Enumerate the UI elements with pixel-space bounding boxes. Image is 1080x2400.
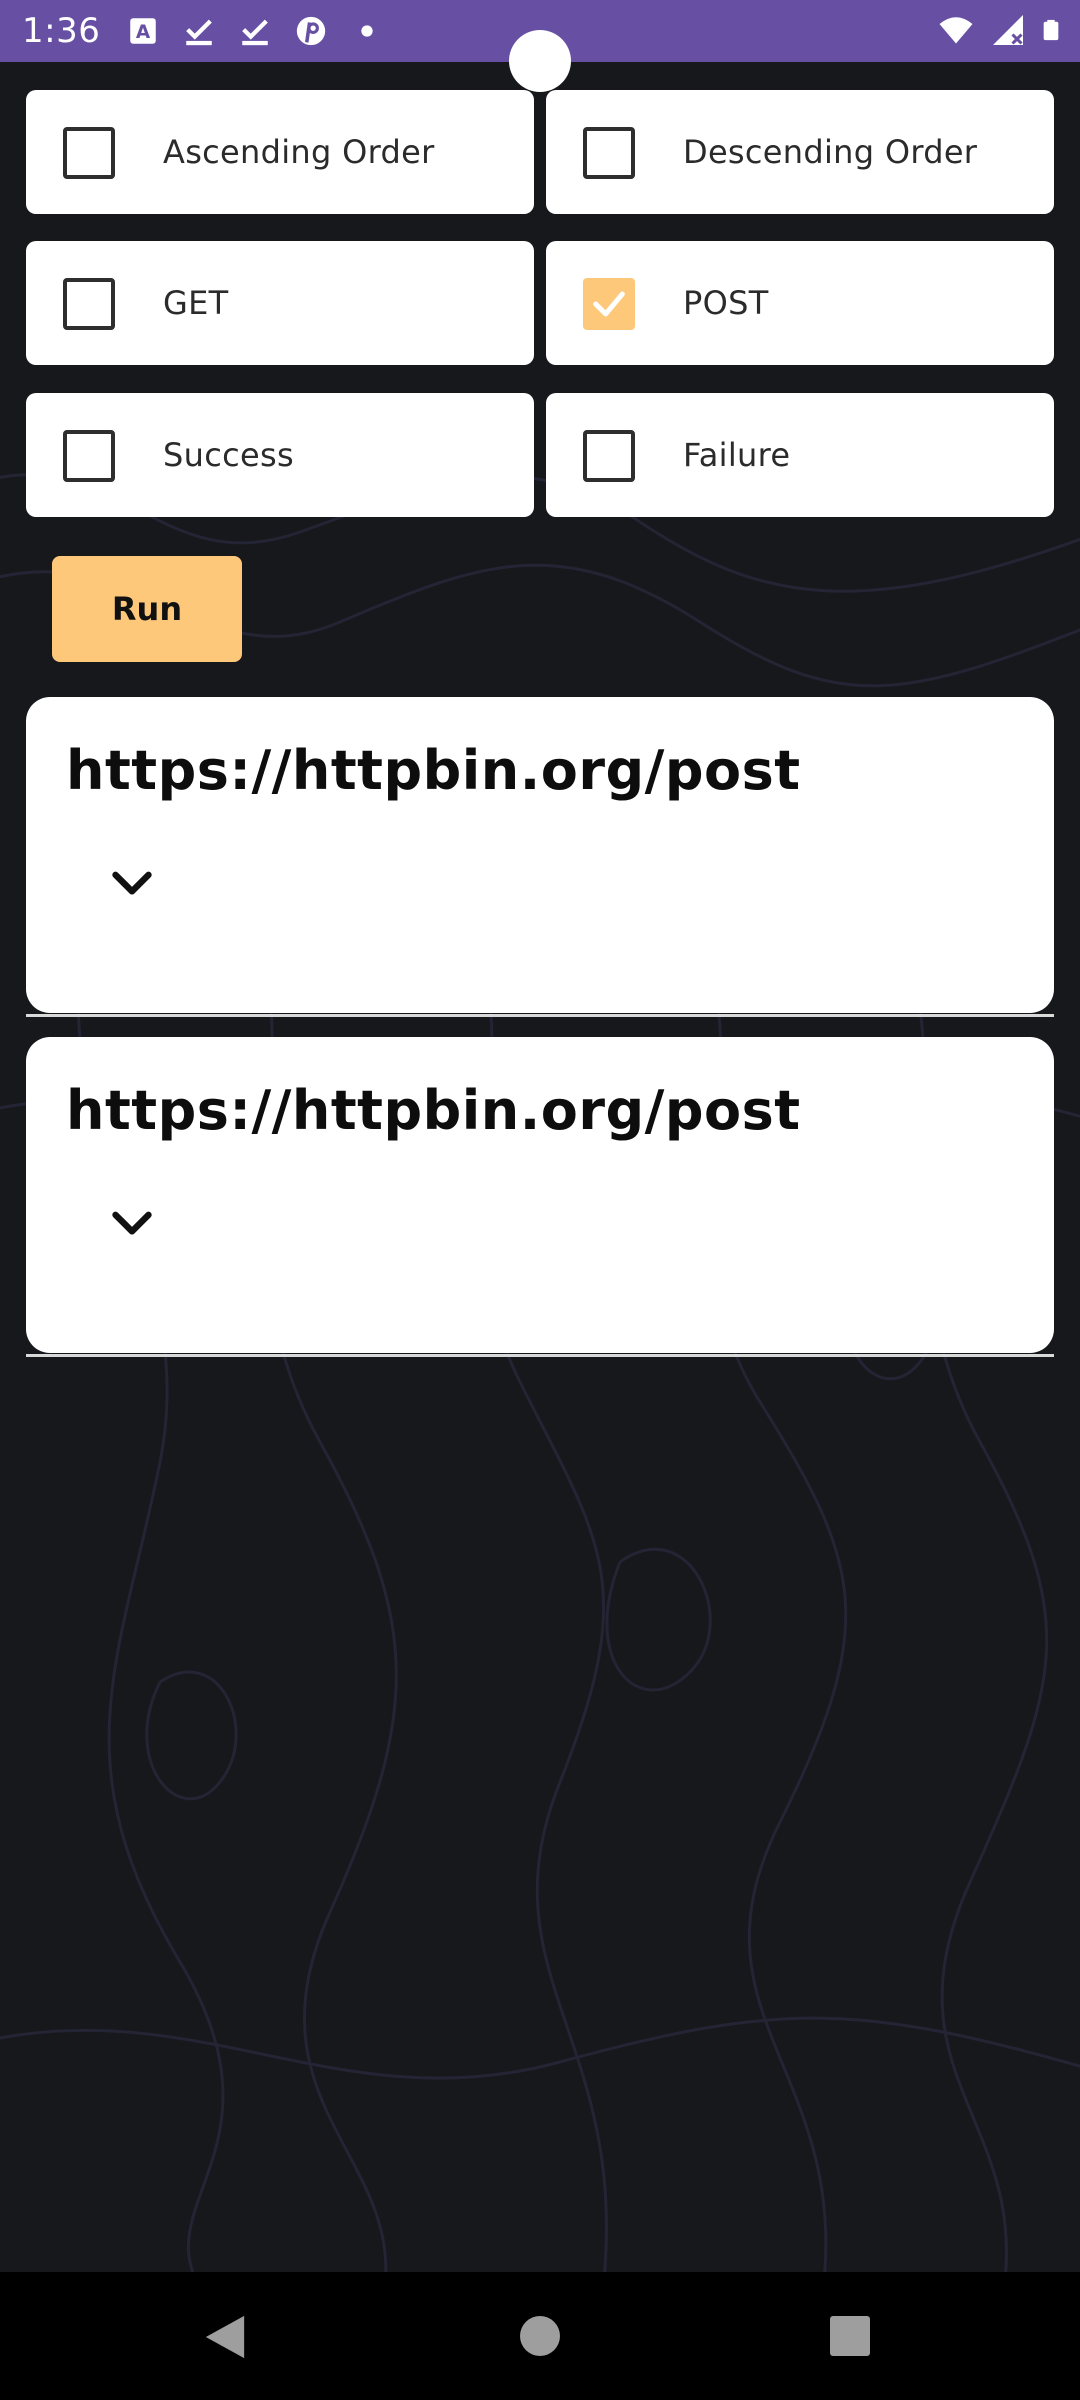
chevron-down-icon[interactable] [110,1209,154,1239]
notification-icons: A [126,14,384,48]
camera-cutout [509,30,571,92]
status-time: 1:36 [22,11,101,51]
main-content: Ascending Order Descending Order GET POS… [0,62,1080,2272]
checkbox-ascending-order[interactable] [63,127,115,179]
filter-failure[interactable]: Failure [546,393,1054,517]
filter-label: GET [163,284,229,322]
request-card[interactable]: https://httpbin.org/post [26,697,1054,1013]
recent-apps-icon[interactable] [830,2316,870,2356]
pinterest-icon [296,16,326,46]
checkbox-failure[interactable] [583,430,635,482]
divider [26,1014,1054,1017]
signal-icon [993,15,1023,45]
filter-label: Failure [683,436,791,474]
request-card[interactable]: https://httpbin.org/post [26,1037,1054,1353]
checkbox-post[interactable] [583,278,635,330]
filter-ascending-order[interactable]: Ascending Order [26,90,534,214]
filter-label: Success [163,436,294,474]
checkbox-success[interactable] [63,430,115,482]
filter-post[interactable]: POST [546,241,1054,365]
chevron-down-icon[interactable] [110,869,154,899]
request-url: https://httpbin.org/post [66,739,801,802]
checkbox-descending-order[interactable] [583,127,635,179]
checkbox-get[interactable] [63,278,115,330]
battery-icon [1043,19,1059,41]
filter-descending-order[interactable]: Descending Order [546,90,1054,214]
run-button[interactable]: Run [52,556,242,662]
filter-get[interactable]: GET [26,241,534,365]
checkmark-download-icon [242,19,268,46]
wifi-icon [939,17,973,44]
divider [26,1354,1054,1357]
filter-label: POST [683,284,769,322]
filter-label: Ascending Order [163,133,435,171]
system-icons [936,12,1062,48]
text-a-icon: A [130,18,156,44]
request-url: https://httpbin.org/post [66,1079,801,1142]
back-icon[interactable] [202,2312,248,2362]
home-icon[interactable] [520,2316,560,2356]
filter-label: Descending Order [683,133,978,171]
navigation-bar [0,2272,1080,2400]
dot-icon [361,25,373,37]
svg-text:A: A [136,22,151,43]
checkmark-download-icon [186,19,212,46]
filter-success[interactable]: Success [26,393,534,517]
checkmark-icon [593,291,625,317]
